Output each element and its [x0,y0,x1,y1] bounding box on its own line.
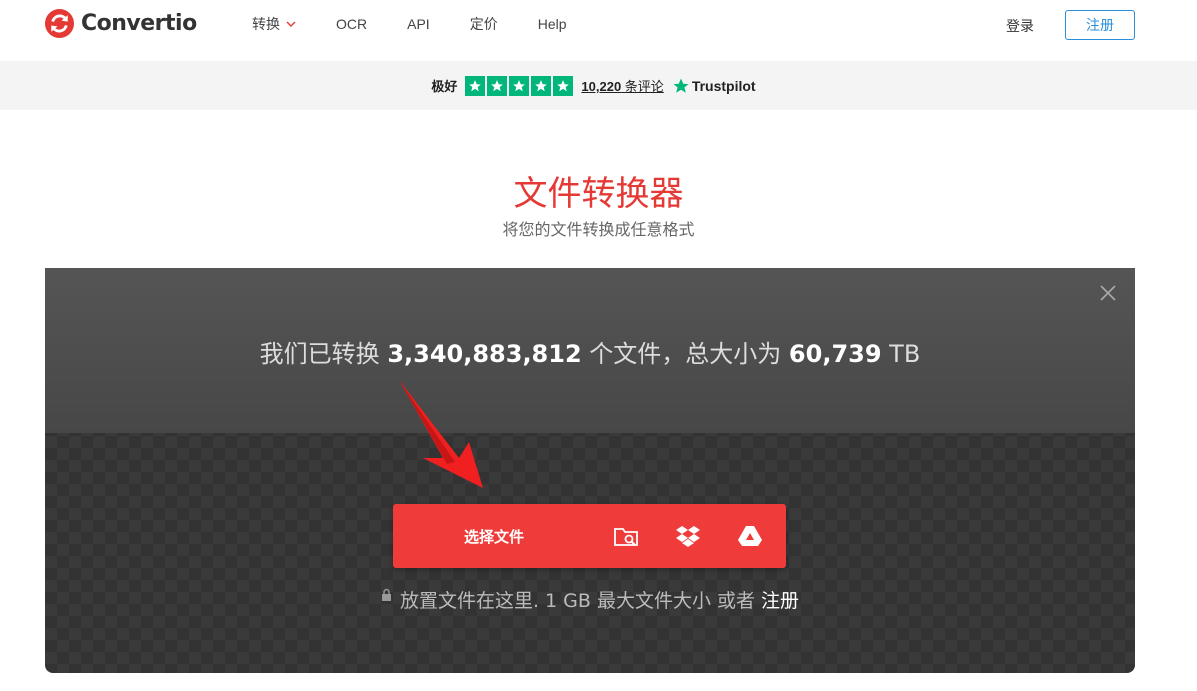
upload-panel: 我们已转换 3,340,883,812 个文件，总大小为 60,739 TB 选… [45,268,1135,673]
star-icon [465,75,486,96]
pointer-arrow-icon [399,380,483,488]
dropbox-icon [676,526,700,547]
nav-item-convert[interactable]: 转换 [252,14,296,34]
nav-item-pricing[interactable]: 定价 [470,14,498,34]
folder-search-icon [614,528,638,546]
nav-item-label: API [407,16,430,32]
star-icon [487,75,508,96]
convertio-logo-icon [44,8,75,38]
nav-item-label: 转换 [252,16,280,32]
stats-mid: 个文件，总大小为 [581,340,789,368]
nav-item-help[interactable]: Help [538,16,567,32]
star-rating [465,75,574,96]
trustpilot-brand: Trustpilot [691,77,756,94]
trustpilot-logo: Trustpilot [672,77,756,95]
stats-prefix: 我们已转换 [259,340,388,368]
drop-text: 放置文件在这里. 1 GB 最大文件大小 或者 [399,590,762,612]
star-icon [531,75,552,96]
trustpilot-widget[interactable]: 极好 10,220 条评论 Trustpilot [431,75,756,96]
close-icon[interactable] [1099,284,1117,302]
google-drive-button[interactable] [719,504,781,568]
star-icon [509,75,530,96]
review-suffix: 条评论 [621,79,664,94]
lock-icon [381,588,391,601]
logo-text: Convertio [81,10,197,36]
chevron-down-icon [286,21,296,27]
trustpilot-bar: 极好 10,220 条评论 Trustpilot [0,61,1197,110]
register-link[interactable]: 注册 [761,590,799,612]
page-subtitle: 将您的文件转换成任意格式 [502,222,695,239]
drop-note: 放置文件在这里. 1 GB 最大文件大小 或者 注册 [45,586,1135,613]
trust-rating-label: 极好 [431,79,458,94]
conversion-stats: 我们已转换 3,340,883,812 个文件，总大小为 60,739 TB [45,334,1135,369]
total-size: 60,739 [788,340,882,368]
nav-item-label: 定价 [469,16,498,32]
choose-files-button[interactable]: 选择文件 [393,504,595,568]
review-count: 10,220 [581,79,622,94]
logo[interactable]: Convertio [44,7,197,39]
nav-item-label: Help [537,16,567,32]
nav-item-label: OCR [336,16,368,32]
signup-button[interactable]: 注册 [1065,10,1135,40]
header: Convertio 转换 OCR API 定价 Help 登录 注册 [0,0,1197,60]
size-unit: TB [881,340,921,368]
star-icon [553,75,574,96]
dropbox-button[interactable] [657,504,719,568]
page-title: 文件转换器 [513,174,684,214]
files-count: 3,340,883,812 [387,340,582,368]
login-link[interactable]: 登录 [1006,16,1034,36]
nav-item-api[interactable]: API [407,16,430,32]
folder-search-button[interactable] [595,504,657,568]
nav-item-ocr[interactable]: OCR [336,16,367,32]
upload-bar: 选择文件 [393,504,786,568]
review-count-link[interactable]: 10,220 条评论 [581,76,663,95]
google-drive-icon [738,526,762,546]
main-nav: 转换 OCR API 定价 Help [252,14,607,34]
trustpilot-star-icon [673,78,689,93]
